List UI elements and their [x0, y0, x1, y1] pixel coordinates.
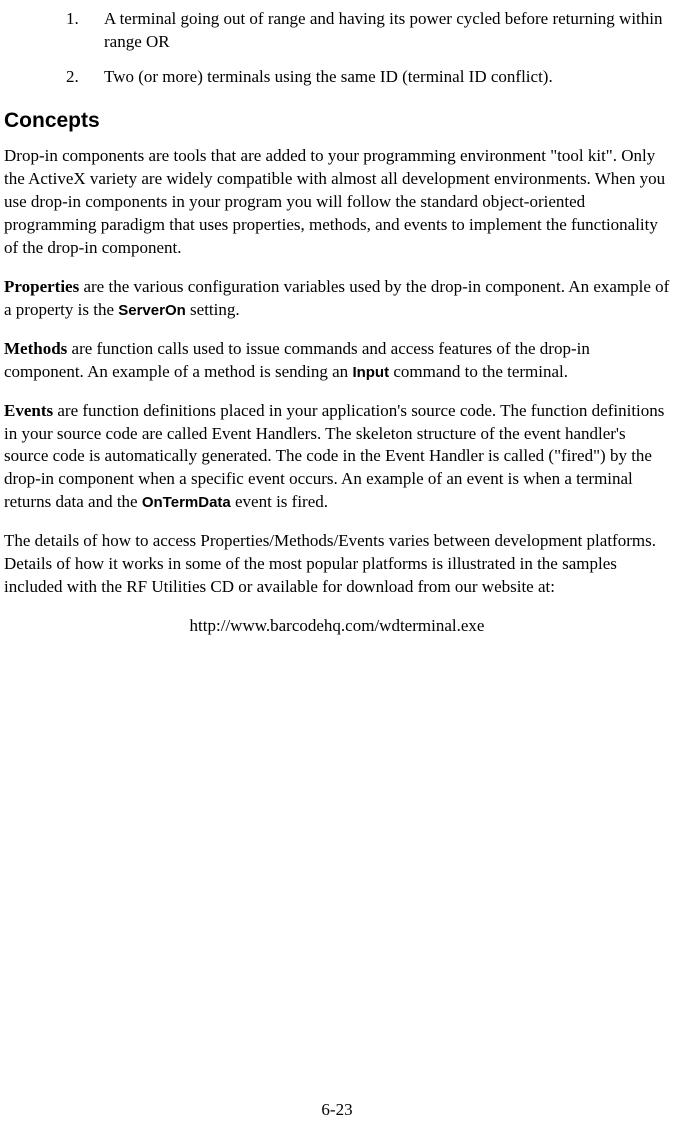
list-item-number: 2. — [66, 66, 79, 89]
download-url: http://www.barcodehq.com/wdterminal.exe — [4, 615, 670, 638]
code-serveron: ServerOn — [118, 302, 186, 319]
text-after: command to the terminal. — [389, 362, 568, 381]
list-item-text: A terminal going out of range and having… — [104, 9, 663, 51]
paragraph-dropin: Drop-in components are tools that are ad… — [4, 145, 670, 260]
term-properties: Properties — [4, 277, 79, 296]
text-after: event is fired. — [231, 492, 328, 511]
term-events: Events — [4, 401, 53, 420]
text-after: setting. — [186, 300, 240, 319]
paragraph-methods: Methods are function calls used to issue… — [4, 338, 670, 384]
paragraph-events: Events are function definitions placed i… — [4, 400, 670, 515]
list-item-number: 1. — [66, 8, 79, 31]
text-before: are function definitions placed in your … — [4, 401, 664, 512]
section-heading: Concepts — [4, 107, 670, 135]
list-item: 2. Two (or more) terminals using the sam… — [66, 66, 670, 89]
code-ontermdata: OnTermData — [142, 494, 231, 511]
list-item-text: Two (or more) terminals using the same I… — [104, 67, 553, 86]
numbered-list: 1. A terminal going out of range and hav… — [66, 8, 670, 89]
code-input: Input — [352, 364, 389, 381]
page-number: 6-23 — [0, 1099, 674, 1122]
list-item: 1. A terminal going out of range and hav… — [66, 8, 670, 54]
paragraph-properties: Properties are the various configuration… — [4, 276, 670, 322]
paragraph-details: The details of how to access Properties/… — [4, 530, 670, 599]
term-methods: Methods — [4, 339, 67, 358]
text-before: are the various configuration variables … — [4, 277, 669, 319]
